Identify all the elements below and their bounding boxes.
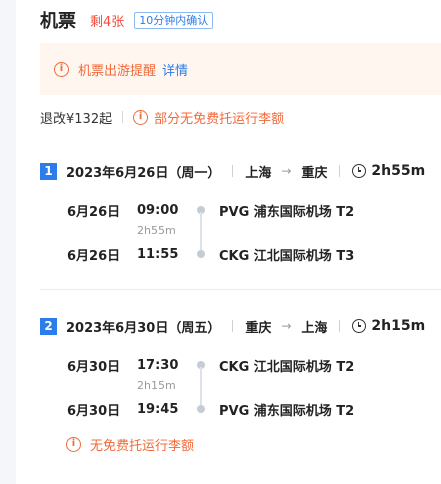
segment-header: 2 2023年6月30日（周五） 重庆 → 上海 2h15m (40, 315, 441, 337)
notice-text: 机票出游提醒 (78, 63, 157, 79)
arrival-airport: PVG 浦东国际机场 T2 (219, 403, 355, 419)
notice-details-link[interactable]: 详情 (162, 60, 188, 79)
arrival-row: 6月26日 11:55 CKG 江北国际机场 T3 (67, 244, 354, 264)
ticket-header: 机票 剩4张 10分钟内确认 (40, 8, 214, 32)
page-title: 机票 (40, 11, 76, 32)
clock-icon (352, 164, 367, 178)
left-rail (0, 0, 16, 484)
departure-row: 6月26日 09:00 PVG 浦东国际机场 T2 (67, 200, 354, 220)
segment-separator (232, 320, 234, 332)
departure-time: 09:00 (137, 202, 179, 218)
total-duration: 2h55m (371, 163, 426, 179)
flight-duration: 2h15m (137, 379, 176, 392)
arrow-right-icon: → (281, 319, 292, 333)
arrival-time: 11:55 (137, 246, 179, 262)
segment-separator (339, 165, 341, 177)
flight-segment-2: 2 2023年6月30日（周五） 重庆 → 上海 2h15m 6月30日 17:… (40, 315, 441, 419)
warning-info-icon: i (66, 436, 81, 452)
segment-separator (339, 320, 341, 332)
arrival-date: 6月30日 (67, 403, 121, 419)
departure-time: 17:30 (137, 357, 179, 373)
clock-icon (352, 319, 367, 333)
total-duration: 2h15m (371, 318, 426, 334)
policy-separator (122, 111, 124, 123)
remaining-seats: 剩4张 (90, 14, 125, 30)
baggage-note-text: 无免费托运行李额 (90, 438, 195, 454)
warning-info-icon: i (133, 109, 149, 125)
arrival-row: 6月30日 19:45 PVG 浦东国际机场 T2 (67, 399, 354, 419)
arrival-airport: CKG 江北国际机场 T3 (219, 248, 355, 264)
arrival-time: 19:45 (137, 401, 179, 417)
policy-row: 退改¥132起 i 部分无免费托运行李额 (40, 107, 284, 127)
segment-separator (232, 165, 234, 177)
departure-airport: CKG 江北国际机场 T2 (219, 359, 355, 375)
confirm-time-badge: 10分钟内确认 (134, 11, 214, 29)
origin-city: 重庆 (245, 320, 272, 336)
arrival-date: 6月26日 (67, 248, 121, 264)
segment-header: 1 2023年6月26日（周一） 上海 → 重庆 2h55m (40, 160, 441, 182)
refund-policy-text[interactable]: 退改¥132起 (40, 108, 112, 127)
info-icon: i (54, 61, 69, 77)
departure-row: 6月30日 17:30 CKG 江北国际机场 T2 (67, 355, 354, 375)
origin-city: 上海 (245, 165, 272, 181)
segment-number-badge: 1 (40, 162, 57, 180)
baggage-warning-text: 部分无免费托运行李额 (154, 111, 285, 127)
segment-divider (40, 289, 441, 290)
segment-date: 2023年6月30日（周五） (66, 320, 221, 336)
travel-notice-bar: i 机票出游提醒 详情 (40, 43, 441, 95)
flight-duration: 2h55m (137, 224, 176, 237)
segment-baggage-note: i 无免费托运行李额 (66, 434, 194, 454)
arrow-right-icon: → (281, 164, 292, 178)
departure-date: 6月30日 (67, 359, 121, 375)
flight-segment-1: 1 2023年6月26日（周一） 上海 → 重庆 2h55m 6月26日 09:… (40, 160, 441, 264)
departure-airport: PVG 浦东国际机场 T2 (219, 204, 355, 220)
destination-city: 上海 (301, 320, 328, 336)
segment-date: 2023年6月26日（周一） (66, 165, 221, 181)
segment-number-badge: 2 (40, 317, 57, 335)
departure-date: 6月26日 (67, 204, 121, 220)
destination-city: 重庆 (301, 165, 328, 181)
